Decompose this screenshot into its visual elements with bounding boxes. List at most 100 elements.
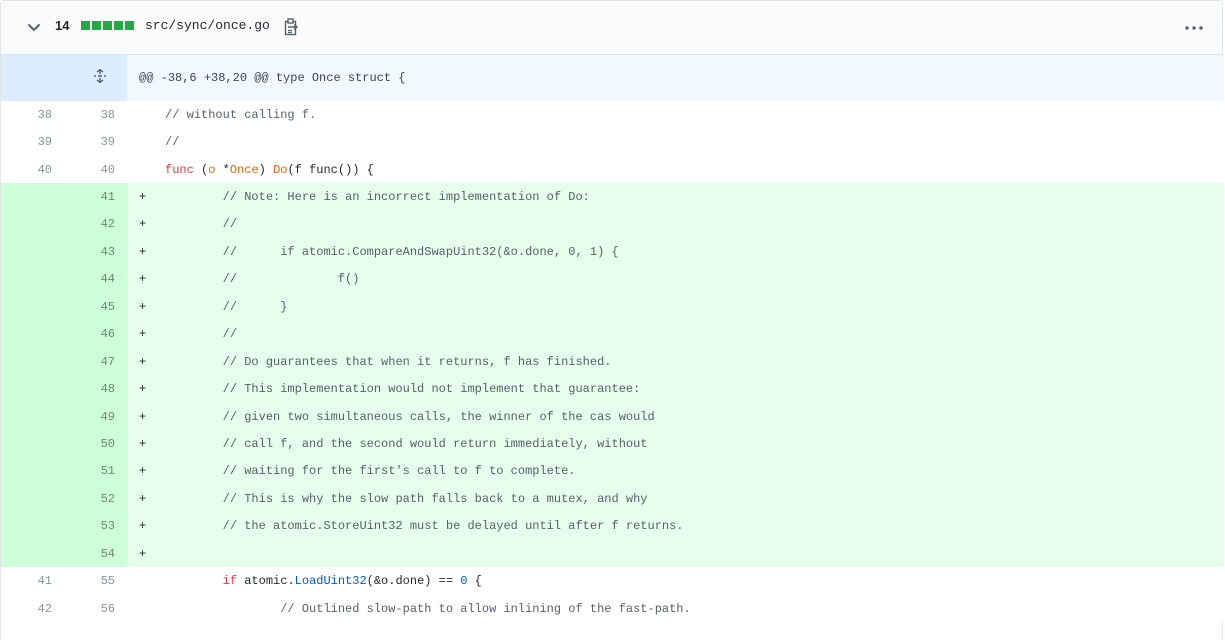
- diff-marker: +: [139, 519, 147, 534]
- new-line-number[interactable]: 38: [64, 101, 128, 129]
- file-header: 14 src/sync/once.go: [1, 1, 1222, 55]
- new-line-number[interactable]: 48: [64, 375, 128, 403]
- new-line-number[interactable]: 53: [64, 512, 128, 540]
- old-line-number[interactable]: 39: [1, 128, 64, 156]
- new-line-number[interactable]: 56: [64, 594, 128, 623]
- old-line-number[interactable]: [1, 183, 64, 211]
- old-line-number[interactable]: 42: [1, 594, 64, 623]
- new-line-number[interactable]: 49: [64, 402, 128, 431]
- hunk-header: @@ -38,6 +38,20 @@ type Once struct {: [127, 55, 1225, 101]
- new-line-number[interactable]: 50: [64, 430, 128, 458]
- diff-marker: +: [139, 327, 147, 342]
- code-token: (: [193, 162, 209, 177]
- code-token: ): [258, 162, 274, 177]
- old-line-number[interactable]: [1, 402, 64, 431]
- new-line-number[interactable]: 42: [64, 210, 128, 239]
- diff-line-added: 48 + // This implementation would not imp…: [1, 375, 1225, 403]
- code-token: // Do guarantees that when it returns, f…: [165, 354, 612, 369]
- code-token: // }: [165, 299, 288, 314]
- new-line-number[interactable]: 47: [64, 347, 128, 376]
- code-line: + // f(): [127, 265, 1225, 294]
- code-line: //: [127, 128, 1225, 156]
- code-token: // Outlined slow-path to allow inlining …: [165, 601, 691, 616]
- diffstat-count: 14: [55, 18, 70, 33]
- old-line-number[interactable]: [1, 210, 64, 239]
- new-line-number[interactable]: 54: [64, 540, 128, 568]
- new-line-number[interactable]: 51: [64, 457, 128, 486]
- old-line-number[interactable]: 38: [1, 101, 64, 129]
- diff-marker: +: [139, 382, 147, 397]
- old-line-number[interactable]: 41: [1, 567, 64, 595]
- code-line: + // call f, and the second would return…: [127, 430, 1225, 458]
- code-line: + //: [127, 210, 1225, 239]
- code-token: atomic.: [237, 574, 295, 589]
- code-token: LoadUint32: [294, 574, 367, 589]
- diff-line-added: 49 + // given two simultaneous calls, the…: [1, 402, 1225, 431]
- clipboard-icon[interactable]: [284, 18, 302, 38]
- code-token: (&o.done) ==: [366, 574, 461, 589]
- code-token: Do: [273, 162, 288, 177]
- new-line-number[interactable]: 52: [64, 485, 128, 513]
- diff-line-added: 44 + // f(): [1, 265, 1225, 294]
- file-path[interactable]: src/sync/once.go: [145, 18, 270, 33]
- code-token: // the atomic.StoreUint32 must be delaye…: [165, 519, 684, 534]
- diff-marker: +: [139, 217, 147, 232]
- new-line-number[interactable]: 46: [64, 320, 128, 348]
- file-diff: 14 src/sync/once.go @@ -38,6 +38,20 @@ t…: [0, 0, 1225, 640]
- code-line: + // Do guarantees that when it returns,…: [127, 347, 1225, 376]
- old-line-number[interactable]: [1, 238, 64, 266]
- old-line-number[interactable]: [1, 347, 64, 376]
- code-token: // without calling f.: [165, 107, 317, 122]
- code-line: + // waiting for the first's call to f t…: [127, 457, 1225, 486]
- new-line-number[interactable]: 40: [64, 155, 128, 184]
- new-line-number[interactable]: 39: [64, 128, 128, 156]
- code-token: // waiting for the first's call to f to …: [165, 464, 576, 479]
- code-line: // without calling f.: [127, 101, 1225, 129]
- chevron-down-icon[interactable]: [25, 19, 43, 37]
- new-line-number[interactable]: 55: [64, 567, 128, 595]
- old-line-number[interactable]: [1, 375, 64, 403]
- code-token: // f(): [165, 272, 360, 287]
- code-line: // Outlined slow-path to allow inlining …: [127, 594, 1225, 623]
- code-token: // given two simultaneous calls, the win…: [165, 409, 655, 424]
- old-line-number[interactable]: 40: [1, 155, 64, 184]
- diff-line-context: 38 38 // without calling f.: [1, 101, 1225, 129]
- hunk-header-row: @@ -38,6 +38,20 @@ type Once struct {: [1, 55, 1225, 101]
- code-token: (f func()) {: [287, 162, 374, 177]
- diff-line-added: 46 + //: [1, 320, 1225, 348]
- code-token: // Note: Here is an incorrect implementa…: [165, 190, 590, 205]
- code-line: + // This is why the slow path falls bac…: [127, 485, 1225, 513]
- diffstat-block: [103, 21, 112, 30]
- new-line-number[interactable]: 45: [64, 293, 128, 321]
- diff-line-context: 41 55 if atomic.LoadUint32(&o.done) == 0 …: [1, 567, 1225, 595]
- old-line-number[interactable]: [1, 485, 64, 513]
- code-token: Once: [229, 162, 259, 177]
- code-token: //: [165, 217, 238, 232]
- diff-line-context: 40 40 func (o *Once) Do(f func()) {: [1, 155, 1225, 184]
- code-line: + //: [127, 320, 1225, 348]
- diff-marker: +: [139, 299, 147, 314]
- old-line-number[interactable]: [1, 430, 64, 458]
- old-line-number[interactable]: [1, 265, 64, 294]
- old-line-number[interactable]: [1, 540, 64, 568]
- diffstat-bar: [81, 21, 136, 30]
- kebab-horizontal-icon[interactable]: [1183, 19, 1205, 37]
- diff-line-added: 52 + // This is why the slow path falls b…: [1, 485, 1225, 513]
- old-line-number[interactable]: [1, 320, 64, 348]
- code-token: // call f, and the second would return i…: [165, 436, 648, 451]
- new-line-number[interactable]: 44: [64, 265, 128, 294]
- old-line-number[interactable]: [1, 293, 64, 321]
- old-line-number[interactable]: [1, 512, 64, 540]
- code-line: if atomic.LoadUint32(&o.done) == 0 {: [127, 567, 1225, 595]
- unfold-icon[interactable]: [1, 55, 128, 101]
- old-line-number[interactable]: [1, 457, 64, 486]
- diff-line-added: 54 +: [1, 540, 1225, 568]
- diff-marker: +: [139, 491, 147, 506]
- diff-line-added: 51 + // waiting for the first's call to f…: [1, 457, 1225, 486]
- code-token: //: [165, 135, 180, 150]
- diff-line-context: 42 56 // Outlined slow-path to allow inli…: [1, 594, 1225, 623]
- new-line-number[interactable]: 43: [64, 238, 128, 266]
- new-line-number[interactable]: 41: [64, 183, 128, 211]
- diff-line-context: 39 39 //: [1, 128, 1225, 156]
